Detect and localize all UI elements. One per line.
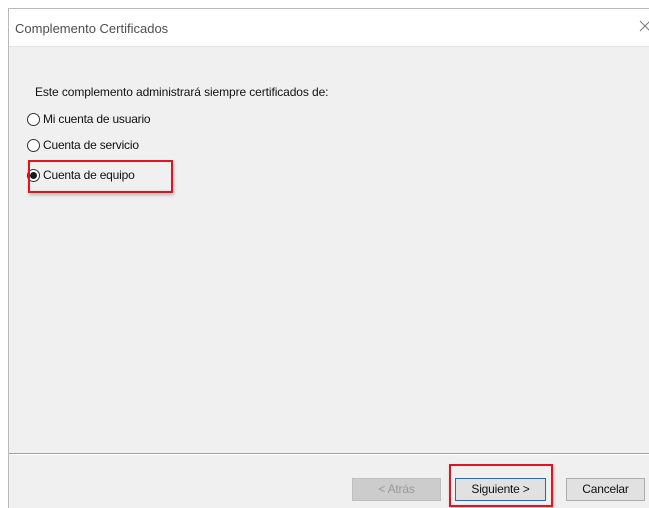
radio-label-service-account: Cuenta de servicio: [43, 138, 139, 152]
cancel-button[interactable]: Cancelar: [566, 478, 645, 501]
back-button[interactable]: < Atrás: [352, 478, 441, 501]
radio-button-user-account[interactable]: [27, 112, 40, 126]
radio-label-user-account: Mi cuenta de usuario: [43, 112, 151, 126]
title-bar: Complemento Certificados: [9, 9, 649, 47]
radio-button-service-account[interactable]: [27, 138, 40, 152]
close-icon[interactable]: [637, 18, 649, 34]
window-title: Complemento Certificados: [15, 21, 169, 36]
radio-option-user-account[interactable]: Mi cuenta de usuario: [27, 109, 151, 129]
highlight-computer-account: [28, 160, 173, 193]
certificates-snapin-dialog: Complemento Certificados Este complement…: [8, 8, 649, 508]
footer-separator: [9, 453, 649, 455]
options-heading: Este complemento administrará siempre ce…: [35, 85, 329, 99]
highlight-next-button: [449, 464, 553, 507]
radio-option-service-account[interactable]: Cuenta de servicio: [27, 135, 139, 155]
